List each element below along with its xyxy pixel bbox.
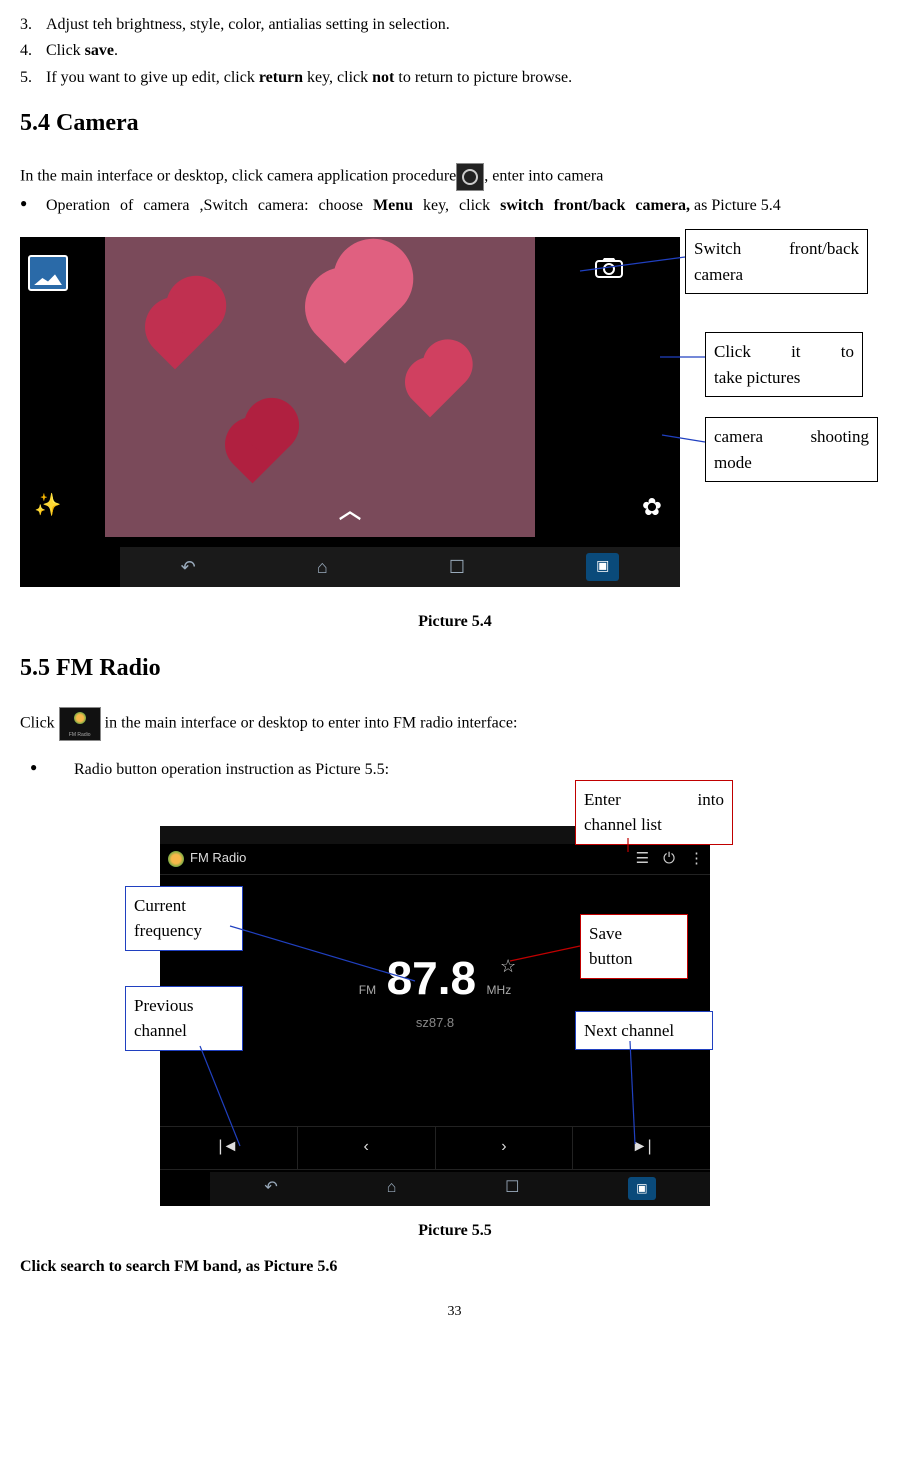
- callout-switch-camera: Switchfront/back camera: [685, 229, 868, 294]
- fm-frequency-value: 87.8: [387, 946, 477, 1010]
- step-number: 5.: [20, 67, 46, 89]
- screenshot-nav-icon[interactable]: ▣: [586, 553, 619, 581]
- seek-down-button[interactable]: ‹: [298, 1127, 436, 1169]
- fm-intro: Click in the main interface or desktop t…: [20, 707, 889, 741]
- channel-list-icon[interactable]: ☰: [636, 848, 649, 869]
- next-channel-button[interactable]: ►|: [573, 1127, 710, 1169]
- text: key, click: [303, 69, 372, 86]
- android-navbar: ↶ ⌂ ☐ ▣: [210, 1172, 710, 1206]
- bold-text: Menu: [373, 197, 413, 214]
- step-text: If you want to give up edit, click retur…: [46, 67, 889, 89]
- callout-take-picture: Clickitto take pictures: [705, 332, 863, 397]
- heading-camera: 5.4 Camera: [20, 107, 889, 141]
- step-3: 3. Adjust teh brightness, style, color, …: [20, 14, 889, 36]
- settings-gear-icon[interactable]: ✿: [642, 492, 662, 526]
- text: Click: [20, 715, 59, 732]
- caption-picture-5-4: Picture 5.4: [20, 611, 890, 633]
- bullet-text: Radio button operation instruction as Pi…: [56, 759, 389, 781]
- text: In the main interface or desktop, click …: [20, 167, 456, 184]
- home-nav-icon[interactable]: ⌂: [317, 555, 328, 580]
- bullet-icon: ●: [20, 759, 56, 776]
- camera-operation-bullet: ● Operation of camera ,Switch camera: ch…: [20, 195, 889, 217]
- recents-nav-icon[interactable]: ☐: [505, 1177, 519, 1199]
- callout-current-frequency: Currentfrequency: [125, 886, 243, 951]
- fm-unit-label: MHz: [487, 982, 512, 999]
- page-number: 33: [20, 1302, 889, 1322]
- bullet-text: Operation of camera ,Switch camera: choo…: [46, 195, 889, 217]
- gallery-thumbnail-button[interactable]: [28, 255, 68, 291]
- seek-up-button[interactable]: ›: [436, 1127, 574, 1169]
- bold-text: not: [372, 69, 394, 86]
- camera-screenshot: ✨ ︿ ✿ ↶ ⌂: [20, 237, 680, 587]
- step-5: 5. If you want to give up edit, click re…: [20, 67, 889, 89]
- more-icon[interactable]: ⋮: [689, 848, 704, 869]
- prev-channel-button[interactable]: |◄: [160, 1127, 298, 1169]
- fm-operation-bullet: ● Radio button operation instruction as …: [20, 759, 889, 781]
- fm-titlebar: FM Radio: [160, 844, 710, 875]
- heading-fm-radio: 5.5 FM Radio: [20, 652, 889, 686]
- text: in the main interface or desktop to ente…: [105, 715, 518, 732]
- effects-button[interactable]: ✨: [34, 490, 61, 521]
- screenshot-nav-icon[interactable]: ▣: [628, 1177, 655, 1200]
- fm-radio-app-icon: [59, 707, 101, 741]
- switch-camera-icon[interactable]: [594, 255, 624, 290]
- recents-nav-icon[interactable]: ☐: [449, 555, 465, 580]
- step-4: 4. Click save.: [20, 40, 889, 62]
- expand-icon[interactable]: ︿: [339, 496, 361, 527]
- bold-text: save: [85, 42, 114, 59]
- callout-next-channel: Next channel: [575, 1011, 713, 1051]
- bullet-icon: ●: [20, 195, 46, 212]
- step-text: Adjust teh brightness, style, color, ant…: [46, 14, 889, 36]
- back-nav-icon[interactable]: ↶: [264, 1177, 277, 1199]
- bold-text: return: [259, 69, 303, 86]
- fm-title: FM Radio: [190, 849, 246, 867]
- step-number: 3.: [20, 14, 46, 36]
- android-navbar: ↶ ⌂ ☐ ▣: [120, 547, 680, 587]
- search-instruction: Click search to search FM band, as Pictu…: [20, 1256, 889, 1278]
- camera-intro: In the main interface or desktop, click …: [20, 163, 889, 191]
- callout-previous-channel: Previouschannel: [125, 986, 243, 1051]
- callout-shooting-mode: camerashooting mode: [705, 417, 878, 482]
- text: , enter into camera: [484, 167, 603, 184]
- step-number: 4.: [20, 40, 46, 62]
- text: as Picture 5.4: [690, 197, 781, 214]
- camera-app-icon: [456, 163, 484, 191]
- text: .: [114, 42, 118, 59]
- back-nav-icon[interactable]: ↶: [181, 555, 196, 580]
- text: If you want to give up edit, click: [46, 69, 259, 86]
- text: Click: [46, 42, 85, 59]
- caption-picture-5-5: Picture 5.5: [20, 1220, 890, 1242]
- save-favorite-icon[interactable]: ☆: [500, 954, 516, 979]
- text: Operation of camera ,Switch camera: choo…: [46, 197, 373, 214]
- power-icon[interactable]: ⏻: [663, 848, 675, 869]
- fm-band-label: FM: [359, 982, 376, 999]
- camera-viewfinder: [105, 237, 535, 537]
- step-text: Click save.: [46, 40, 889, 62]
- callout-channel-list: Enterinto channel list: [575, 780, 733, 845]
- fm-dial-icon: [168, 851, 184, 867]
- fm-controls: |◄ ‹ › ►|: [160, 1126, 710, 1170]
- callout-save-button: Savebutton: [580, 914, 688, 979]
- text: key, click: [413, 197, 500, 214]
- text: to return to picture browse.: [394, 69, 572, 86]
- bold-text: switch front/back camera,: [500, 197, 690, 214]
- home-nav-icon[interactable]: ⌂: [387, 1177, 397, 1199]
